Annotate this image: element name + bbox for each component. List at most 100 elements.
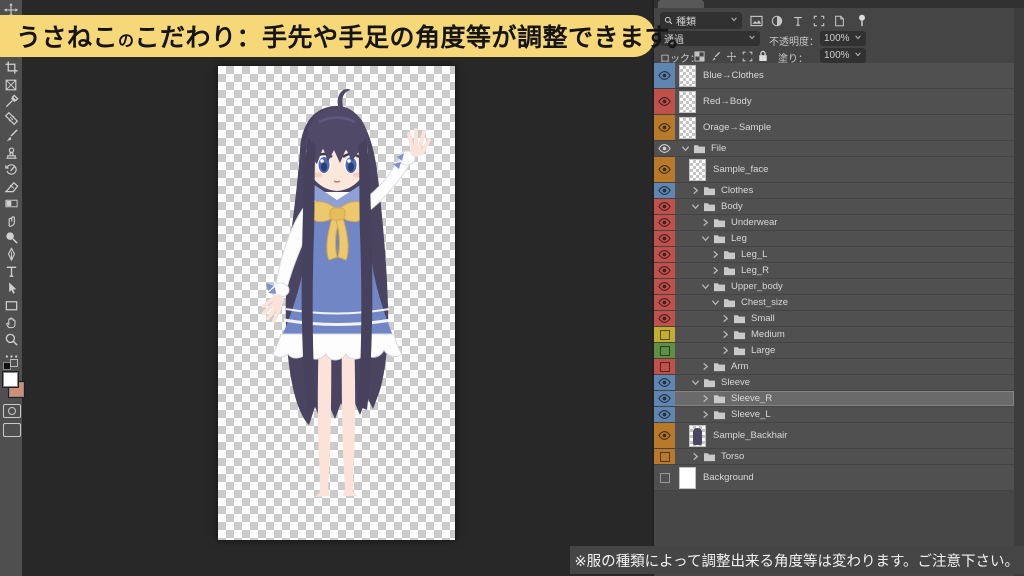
layer-thumbnail xyxy=(679,467,696,489)
crop-tool[interactable] xyxy=(0,59,22,76)
collapse-chevron-icon[interactable] xyxy=(689,202,701,211)
visibility-toggle[interactable] xyxy=(654,183,675,198)
smart-object-filter-icon[interactable] xyxy=(834,15,845,27)
pin-icon[interactable] xyxy=(857,14,867,27)
layer-row[interactable]: Leg_R xyxy=(654,263,1014,279)
visibility-toggle[interactable] xyxy=(654,449,675,464)
layer-row[interactable]: Sleeve_R xyxy=(654,391,1014,407)
expand-chevron-icon[interactable] xyxy=(699,394,711,403)
adjustment-filter-icon[interactable] xyxy=(771,15,783,27)
clone-stamp-tool[interactable] xyxy=(0,144,22,161)
layer-row[interactable]: Torso xyxy=(654,449,1014,465)
expand-chevron-icon[interactable] xyxy=(719,346,731,355)
frame-tool[interactable] xyxy=(0,76,22,93)
layer-row[interactable]: Underwear xyxy=(654,215,1014,231)
layers-panel-tab[interactable] xyxy=(658,0,704,8)
layer-row[interactable]: Orage→Sample xyxy=(654,115,1014,141)
spot-healing-tool[interactable] xyxy=(0,110,22,127)
expand-chevron-icon[interactable] xyxy=(689,186,701,195)
visibility-toggle[interactable] xyxy=(654,157,675,182)
visibility-toggle[interactable] xyxy=(654,89,675,114)
collapse-chevron-icon[interactable] xyxy=(699,282,711,291)
visibility-toggle[interactable] xyxy=(654,465,675,490)
dodge-tool[interactable] xyxy=(0,229,22,246)
visibility-toggle[interactable] xyxy=(654,63,675,88)
screen-mode-button[interactable] xyxy=(3,423,21,437)
panel-scrollbar[interactable] xyxy=(1014,8,1024,576)
layer-row[interactable]: Arm xyxy=(654,359,1014,375)
shape-filter-icon[interactable] xyxy=(813,15,825,27)
expand-chevron-icon[interactable] xyxy=(699,218,711,227)
layer-row[interactable]: Chest_size xyxy=(654,295,1014,311)
eraser-tool[interactable] xyxy=(0,178,22,195)
smudge-tool[interactable] xyxy=(0,212,22,229)
history-brush-tool[interactable] xyxy=(0,161,22,178)
expand-chevron-icon[interactable] xyxy=(719,330,731,339)
visibility-toggle[interactable] xyxy=(654,407,675,422)
brush-tool[interactable] xyxy=(0,127,22,144)
eye-icon xyxy=(658,200,671,213)
type-filter-icon[interactable] xyxy=(792,15,804,27)
expand-chevron-icon[interactable] xyxy=(709,250,721,259)
layer-row[interactable]: Sleeve xyxy=(654,375,1014,391)
layer-row[interactable]: Body xyxy=(654,199,1014,215)
visibility-toggle[interactable] xyxy=(654,247,675,262)
layer-row[interactable]: Clothes xyxy=(654,183,1014,199)
gradient-tool[interactable] xyxy=(0,195,22,212)
path-select-tool[interactable] xyxy=(0,280,22,297)
image-filter-icon[interactable] xyxy=(750,15,763,27)
layer-row[interactable]: Blue→Clothes xyxy=(654,63,1014,89)
type-tool[interactable] xyxy=(0,263,22,280)
layer-row[interactable]: Red→Body xyxy=(654,89,1014,115)
visibility-toggle[interactable] xyxy=(654,231,675,246)
pen-tool[interactable] xyxy=(0,246,22,263)
quick-mask-button[interactable] xyxy=(3,404,21,418)
collapse-chevron-icon[interactable] xyxy=(699,234,711,243)
layer-row[interactable]: Small xyxy=(654,311,1014,327)
canvas[interactable] xyxy=(218,66,455,540)
layer-name: Sleeve xyxy=(721,377,750,388)
visibility-toggle[interactable] xyxy=(654,359,675,374)
visibility-toggle[interactable] xyxy=(654,279,675,294)
folder-icon xyxy=(733,345,746,356)
visibility-toggle[interactable] xyxy=(654,199,675,214)
visibility-toggle[interactable] xyxy=(654,295,675,310)
collapse-chevron-icon[interactable] xyxy=(709,298,721,307)
opacity-input[interactable]: 100% xyxy=(820,31,866,46)
collapse-chevron-icon[interactable] xyxy=(679,144,691,153)
visibility-toggle[interactable] xyxy=(654,423,675,448)
visibility-toggle[interactable] xyxy=(654,311,675,326)
layer-row[interactable]: Sleeve_L xyxy=(654,407,1014,423)
expand-chevron-icon[interactable] xyxy=(699,410,711,419)
layer-row[interactable]: File xyxy=(654,141,1014,157)
foreground-swatch[interactable] xyxy=(2,371,19,388)
hand-tool[interactable] xyxy=(0,314,22,331)
expand-chevron-icon[interactable] xyxy=(689,452,701,461)
collapse-chevron-icon[interactable] xyxy=(689,378,701,387)
expand-chevron-icon[interactable] xyxy=(719,314,731,323)
expand-chevron-icon[interactable] xyxy=(699,362,711,371)
folder-icon xyxy=(703,185,716,196)
eyedropper-tool[interactable] xyxy=(0,93,22,110)
layer-row[interactable]: Upper_body xyxy=(654,279,1014,295)
visibility-toggle[interactable] xyxy=(654,263,675,278)
visibility-toggle[interactable] xyxy=(654,391,675,406)
fill-input[interactable]: 100% xyxy=(820,48,866,63)
layer-row[interactable]: Medium xyxy=(654,327,1014,343)
visibility-toggle[interactable] xyxy=(654,375,675,390)
visibility-toggle[interactable] xyxy=(654,141,675,156)
layer-row[interactable]: Large xyxy=(654,343,1014,359)
rectangle-tool[interactable] xyxy=(0,297,22,314)
zoom-tool[interactable] xyxy=(0,331,22,348)
layer-row[interactable]: Leg_L xyxy=(654,247,1014,263)
visibility-toggle[interactable] xyxy=(654,115,675,140)
layer-row[interactable]: Leg xyxy=(654,231,1014,247)
visibility-toggle[interactable] xyxy=(654,343,675,358)
visibility-toggle[interactable] xyxy=(654,327,675,342)
expand-chevron-icon[interactable] xyxy=(709,266,721,275)
layer-row[interactable]: Background xyxy=(654,465,1014,491)
layer-row[interactable]: Sample_Backhair xyxy=(654,423,1014,449)
visibility-toggle[interactable] xyxy=(654,215,675,230)
more-tool[interactable] xyxy=(0,348,22,365)
layer-row[interactable]: Sample_face xyxy=(654,157,1014,183)
